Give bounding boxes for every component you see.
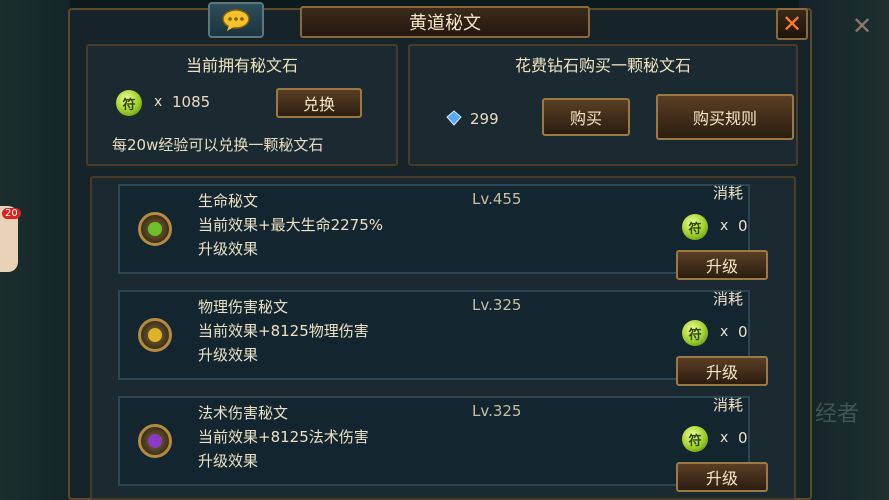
background-close-icon[interactable]: ✕ [846,10,878,42]
physical-rune-medal-icon [138,318,172,352]
rune-row-life: 生命秘文 当前效果+最大生命2275% 升级效果 Lv.455 [118,184,750,274]
rune-name: 法术伤害秘文 [198,404,289,422]
rune-name: 物理伤害秘文 [198,298,289,316]
rune-name: 生命秘文 [198,192,259,210]
cost-value: 0 [738,429,748,447]
diamond-icon [446,110,462,126]
owned-count: 1085 [172,93,211,111]
cost-prefix: x [720,218,729,234]
window-title: 黄道秘文 [300,6,590,38]
rune-upgrade-effect: 升级效果 [198,240,259,258]
side-avatar[interactable]: 20 [0,206,21,272]
exchange-button[interactable]: 兑换 [276,88,362,118]
rune-list: 生命秘文 当前效果+最大生命2275% 升级效果 Lv.455 消耗 符 x 0… [90,176,796,500]
cost-label: 消耗 [712,184,743,202]
diamond-count: 299 [470,110,499,128]
rune-current-effect: 当前效果+8125法术伤害 [198,428,369,446]
rune-stone-icon: 符 [116,90,142,116]
close-icon: ✕ [781,10,803,38]
upgrade-button[interactable]: 升级 [676,250,768,280]
life-rune-medal-icon [138,212,172,246]
upgrade-button[interactable]: 升级 [676,356,768,386]
rune-stone-icon: 符 [682,320,708,346]
cost-prefix: x [720,430,729,446]
chat-button[interactable] [208,2,264,38]
background-text: 经者 [814,402,859,427]
buy-button[interactable]: 购买 [542,98,630,136]
owned-title: 当前拥有秘文石 [185,56,298,75]
close-button[interactable]: ✕ [776,8,808,40]
cost-label: 消耗 [712,396,743,414]
cost-prefix: x [720,324,729,340]
rune-level: Lv.455 [472,190,522,208]
exchange-note: 每20w经验可以兑换一颗秘文石 [112,136,324,154]
rune-level: Lv.325 [472,296,522,314]
rune-row-physical: 物理伤害秘文 当前效果+8125物理伤害 升级效果 Lv.325 [118,290,750,380]
upgrade-button[interactable]: 升级 [676,462,768,492]
rune-upgrade-effect: 升级效果 [198,346,259,364]
magic-rune-medal-icon [138,424,172,458]
notification-badge: 20 [2,208,21,219]
cost-value: 0 [738,217,748,235]
rune-upgrade-effect: 升级效果 [198,452,259,470]
chat-bubble-icon [222,9,250,31]
rune-current-effect: 当前效果+8125物理伤害 [198,322,369,340]
buy-panel: 花费钻石购买一颗秘文石 299 购买 购买规则 [408,44,798,166]
rune-row-magic: 法术伤害秘文 当前效果+8125法术伤害 升级效果 Lv.325 [118,396,750,486]
rune-level: Lv.325 [472,402,522,420]
buy-title: 花费钻石购买一颗秘文石 [514,56,691,75]
owned-count-prefix: x [154,94,163,110]
cost-value: 0 [738,323,748,341]
rune-stone-icon: 符 [682,426,708,452]
buy-rules-button[interactable]: 购买规则 [656,94,794,140]
rune-current-effect: 当前效果+最大生命2275% [198,216,383,234]
background-right: 经者 [799,0,889,500]
owned-panel: 当前拥有秘文石 符 x 1085 兑换 每20w经验可以兑换一颗秘文石 [86,44,398,166]
rune-stone-icon: 符 [682,214,708,240]
cost-label: 消耗 [712,290,743,308]
